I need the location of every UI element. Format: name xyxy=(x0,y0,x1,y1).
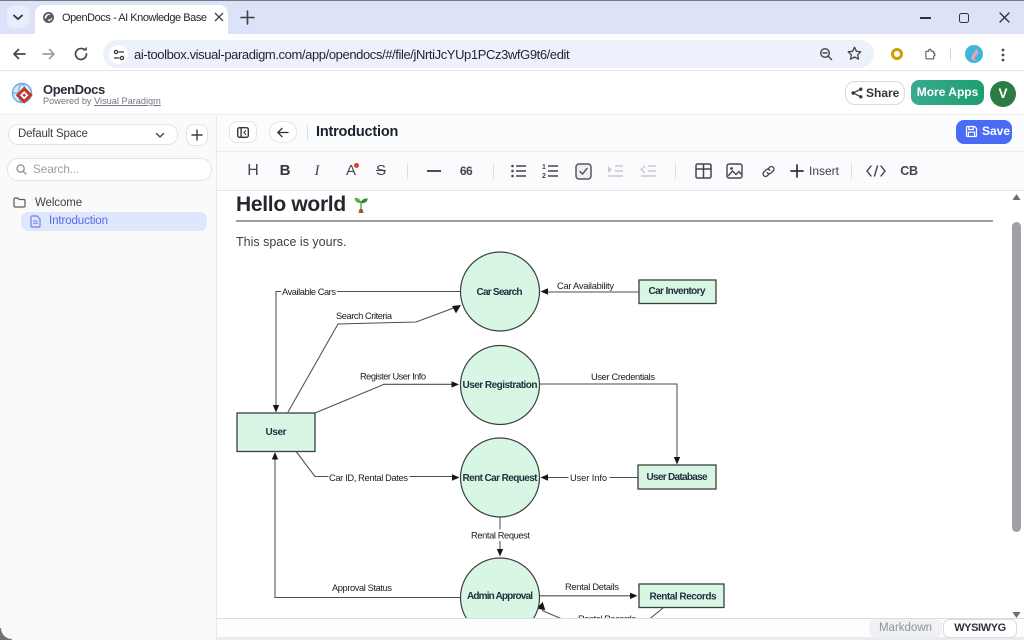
svg-text:Available Cars: Available Cars xyxy=(282,287,336,297)
svg-text:User Database: User Database xyxy=(647,472,708,483)
svg-text:Register User Info: Register User Info xyxy=(360,372,426,382)
svg-text:Car Inventory: Car Inventory xyxy=(649,286,706,297)
svg-text:User Info: User Info xyxy=(570,473,607,483)
svg-text:Car Search: Car Search xyxy=(477,287,523,298)
svg-text:1: 1 xyxy=(542,164,546,171)
svg-text:User: User xyxy=(266,427,287,438)
svg-text:Rental Request: Rental Request xyxy=(471,531,530,541)
svg-text:Search Criteria: Search Criteria xyxy=(336,311,393,321)
svg-text:User Credentials: User Credentials xyxy=(591,372,655,382)
svg-text:Car Availability: Car Availability xyxy=(557,281,614,291)
svg-text:Admin Approval: Admin Approval xyxy=(467,591,533,602)
svg-text:Car ID, Rental Dates: Car ID, Rental Dates xyxy=(329,473,408,483)
svg-text:2: 2 xyxy=(542,173,546,179)
svg-text:Rental Details: Rental Details xyxy=(565,582,619,592)
svg-text:Rent Car Request: Rent Car Request xyxy=(463,473,539,484)
svg-text:User Registration: User Registration xyxy=(463,380,538,391)
svg-text:Approval Status: Approval Status xyxy=(332,583,392,593)
svg-text:Rental Records: Rental Records xyxy=(650,592,717,603)
